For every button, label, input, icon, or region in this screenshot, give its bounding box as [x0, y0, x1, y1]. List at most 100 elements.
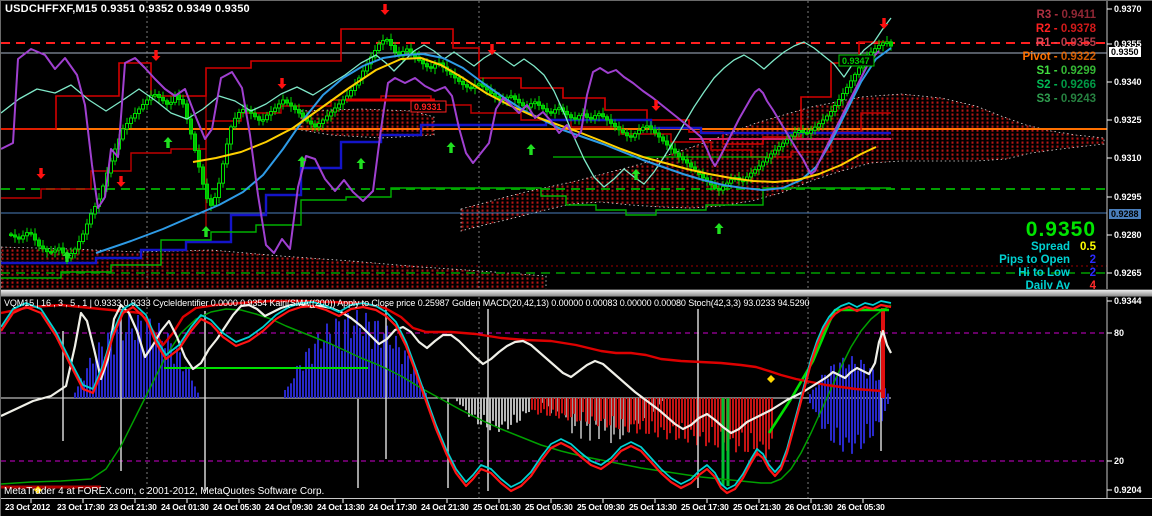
osc-histogram-bar — [567, 398, 569, 421]
osc-histogram-bar — [812, 398, 814, 410]
osc-histogram-bar — [332, 344, 334, 398]
pivot-value: 0.9243 — [1060, 93, 1096, 105]
candle — [765, 157, 769, 163]
osc-histogram-bar — [191, 380, 193, 398]
osc-histogram-bar — [759, 398, 761, 442]
price-axis-sub[interactable]: 0.9344 80 20 0.9204 — [1107, 296, 1152, 498]
osc-histogram-bar — [851, 398, 853, 454]
candle — [617, 126, 621, 131]
market-info-panel: 0.9350 Spread 0.5 Pips to Open 2 Hi to Low 2 D… — [999, 218, 1096, 293]
osc-histogram-bar — [471, 398, 473, 417]
candle — [49, 251, 53, 254]
candle — [889, 41, 893, 47]
osc-histogram-bar — [395, 335, 397, 398]
time-axis-label: 25 Oct 13:30 — [629, 502, 677, 512]
candle — [213, 197, 217, 206]
osc-histogram-bar — [597, 398, 599, 427]
time-axis-label: 23 Oct 2012 — [5, 502, 51, 512]
osc-histogram-bar — [552, 398, 554, 410]
osc-histogram-bar — [836, 398, 838, 428]
candle — [637, 129, 641, 135]
osc-histogram-bar — [495, 398, 497, 427]
osc-histogram-bar — [591, 398, 593, 417]
osc-histogram-bar — [600, 398, 602, 422]
osc-histogram-bar — [579, 398, 581, 421]
time-axis-label: 25 Oct 01:30 — [473, 502, 521, 512]
panel-splitter[interactable] — [1, 289, 1152, 297]
osc-histogram-bar — [326, 323, 328, 398]
time-axis-label: 26 Oct 05:30 — [837, 502, 885, 512]
osc-histogram-bar — [522, 398, 524, 412]
candle — [717, 187, 721, 191]
osc-histogram-bar — [576, 398, 578, 422]
candle — [189, 118, 193, 135]
osc-histogram-bar — [176, 348, 178, 398]
chart-canvas[interactable]: 0.9331 0.9347 — [1, 1, 1152, 516]
osc-histogram-bar — [516, 398, 518, 423]
candle — [293, 105, 297, 110]
pivot-level-r3: R3 - 0.9411 — [1022, 8, 1096, 22]
osc-histogram-bar — [143, 351, 145, 398]
pivot-level-s1: S1 - 0.9299 — [1022, 64, 1096, 78]
osc-histogram-bar — [642, 398, 644, 422]
candle — [349, 90, 353, 97]
candle — [605, 116, 609, 121]
osc-histogram-bar — [860, 359, 862, 398]
candle — [461, 80, 465, 86]
osc-histogram-bar — [830, 365, 832, 398]
candle — [421, 59, 425, 65]
osc-histogram-bar — [615, 398, 617, 428]
osc-histogram-bar — [872, 398, 874, 437]
pivot-label: R3 - — [1036, 9, 1062, 21]
osc-histogram-bar — [684, 398, 686, 439]
candle — [157, 94, 161, 98]
candle — [777, 146, 781, 151]
candle — [713, 184, 717, 189]
osc-histogram-bar — [519, 398, 521, 421]
candle — [593, 115, 597, 120]
osc-histogram-bar — [762, 398, 764, 445]
time-axis-label: 26 Oct 01:30 — [785, 502, 833, 512]
price-axis-highlight: 0.9350 — [1109, 47, 1141, 57]
candle — [537, 101, 541, 106]
candle — [177, 94, 181, 100]
price-axis-main[interactable]: 0.9370 0.9355 0.9340 0.9325 0.9310 0.9295 0.92… — [1107, 1, 1152, 289]
pivot-value: 0.9266 — [1060, 79, 1096, 91]
candle — [597, 113, 601, 117]
osc-histogram-bar — [866, 378, 868, 398]
candle — [225, 143, 229, 165]
candle — [641, 126, 645, 131]
candle — [721, 186, 725, 191]
candle — [885, 41, 889, 44]
candle — [529, 103, 533, 108]
pivot-level-s2: S2 - 0.9266 — [1022, 78, 1096, 92]
candle — [145, 99, 149, 105]
candle — [769, 153, 773, 159]
candle — [233, 117, 237, 128]
osc-histogram-bar — [875, 380, 877, 398]
osc-axis-label: 20 — [1114, 456, 1125, 466]
osc-histogram-bar — [809, 398, 811, 404]
osc-histogram-bar — [335, 318, 337, 398]
pivot-value: 0.9411 — [1061, 9, 1096, 21]
time-axis-label: 25 Oct 21:30 — [733, 502, 781, 512]
candle — [457, 77, 461, 82]
candle — [77, 241, 81, 250]
osc-histogram-bar — [654, 398, 656, 433]
time-axis[interactable]: 23 Oct 2012 23 Oct 17:30 23 Oct 21:30 24 Oc… — [1, 499, 1152, 516]
osc-histogram-bar — [194, 386, 196, 398]
osc-histogram-bar — [540, 398, 542, 413]
candle — [433, 64, 437, 69]
pivot-label: Pivot - — [1022, 51, 1061, 63]
info-label: Hi to Low — [1018, 267, 1070, 279]
candle — [601, 113, 605, 118]
osc-histogram-bar — [462, 398, 464, 407]
osc-histogram-bar — [687, 398, 689, 443]
osc-histogram-bar — [320, 348, 322, 398]
candle — [61, 247, 65, 254]
chart-title: USDCHFFXF,M15 0.9351 0.9352 0.9349 0.935… — [5, 3, 250, 15]
candle — [141, 104, 145, 110]
info-row-pips-to-open: Pips to Open 2 — [999, 254, 1096, 267]
candle — [377, 43, 381, 51]
candle — [625, 132, 629, 137]
